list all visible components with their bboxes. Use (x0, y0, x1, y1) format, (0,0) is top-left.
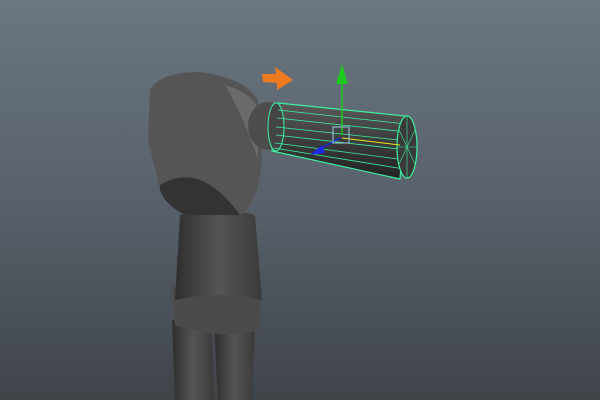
abdomen (175, 210, 262, 300)
orange-annotation-arrow-icon (262, 67, 293, 90)
right-leg (214, 325, 255, 400)
y-axis-arrow-icon[interactable] (336, 64, 348, 84)
scene (148, 64, 418, 400)
mannequin-model[interactable] (148, 72, 288, 400)
3d-viewport[interactable] (0, 0, 600, 400)
